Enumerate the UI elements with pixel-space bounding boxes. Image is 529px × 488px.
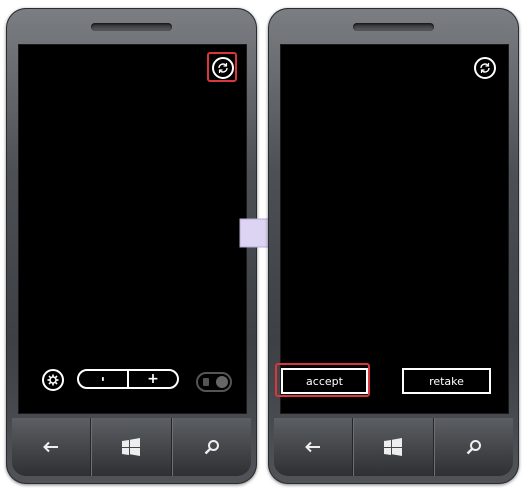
back-arrow-icon bbox=[305, 441, 321, 453]
camera-screen: - + bbox=[18, 44, 247, 414]
search-icon bbox=[204, 440, 219, 455]
hardware-nav-bar bbox=[12, 418, 251, 476]
zoom-in-button[interactable]: + bbox=[127, 371, 177, 387]
phone-right: accept retake bbox=[268, 8, 519, 484]
search-icon bbox=[466, 440, 481, 455]
settings-gear-icon[interactable] bbox=[42, 369, 64, 391]
start-button[interactable] bbox=[91, 418, 172, 476]
switch-camera-icon[interactable] bbox=[474, 57, 496, 79]
retake-button[interactable]: retake bbox=[402, 368, 491, 394]
back-button[interactable] bbox=[12, 418, 92, 476]
windows-start-icon bbox=[384, 438, 403, 456]
hardware-nav-bar bbox=[274, 418, 513, 476]
search-button[interactable] bbox=[433, 418, 513, 476]
switch-camera-icon[interactable] bbox=[212, 57, 234, 79]
zoom-in-label: + bbox=[147, 371, 159, 387]
search-button[interactable] bbox=[171, 418, 251, 476]
accept-button[interactable]: accept bbox=[281, 368, 368, 394]
windows-start-icon bbox=[122, 438, 141, 456]
phone-left: - + bbox=[6, 8, 257, 484]
back-arrow-icon bbox=[43, 441, 59, 453]
zoom-control[interactable]: - + bbox=[77, 369, 179, 389]
preview-screen: accept retake bbox=[275, 44, 509, 414]
speaker-grille bbox=[91, 23, 172, 31]
flash-toggle[interactable] bbox=[196, 372, 232, 392]
flash-toggle-knob bbox=[216, 376, 228, 388]
back-button[interactable] bbox=[274, 418, 354, 476]
accept-label: accept bbox=[306, 374, 343, 388]
zoom-out-button[interactable]: - bbox=[79, 371, 127, 387]
flash-toggle-mark bbox=[203, 378, 209, 386]
start-button[interactable] bbox=[353, 418, 434, 476]
speaker-grille bbox=[353, 23, 434, 31]
zoom-out-label: - bbox=[95, 376, 110, 382]
retake-label: retake bbox=[429, 374, 464, 388]
